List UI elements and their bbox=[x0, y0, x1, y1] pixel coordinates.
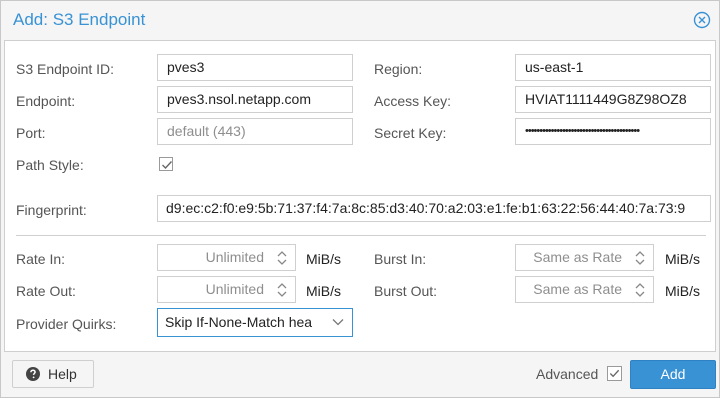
dialog-body: S3 Endpoint ID: pves3 Region: us-east-1 … bbox=[4, 40, 716, 352]
path-style-checkbox[interactable] bbox=[159, 157, 173, 171]
region-input[interactable]: us-east-1 bbox=[515, 54, 711, 81]
endpoint-input[interactable]: pves3.nsol.netapp.com bbox=[157, 86, 353, 113]
burst-out-spinner[interactable]: Same as Rate bbox=[515, 276, 654, 303]
port-label: Port: bbox=[16, 125, 46, 141]
advanced-label: Advanced bbox=[536, 366, 599, 382]
secret-key-input[interactable]: •••••••••••••••••••••••••••••••••••••••• bbox=[515, 118, 711, 145]
help-label: Help bbox=[48, 366, 77, 382]
rate-in-value: Unlimited bbox=[205, 249, 264, 265]
access-key-label: Access Key: bbox=[374, 93, 452, 109]
rate-in-unit: MiB/s bbox=[306, 251, 341, 267]
fingerprint-input[interactable]: d9:ec:c2:f0:e9:5b:71:37:f4:7a:8c:85:d3:4… bbox=[157, 195, 711, 222]
burst-in-unit: MiB/s bbox=[665, 251, 700, 267]
burst-out-value: Same as Rate bbox=[533, 281, 622, 297]
path-style-label: Path Style: bbox=[16, 157, 84, 173]
endpoint-id-input[interactable]: pves3 bbox=[157, 54, 353, 81]
spinner-arrows-icon[interactable] bbox=[275, 249, 289, 267]
rate-out-label: Rate Out: bbox=[16, 283, 76, 299]
spinner-arrows-icon[interactable] bbox=[275, 281, 289, 299]
region-label: Region: bbox=[374, 61, 423, 77]
advanced-checkbox[interactable] bbox=[607, 366, 622, 381]
spinner-arrows-icon[interactable] bbox=[633, 281, 647, 299]
rate-in-spinner[interactable]: Unlimited bbox=[157, 244, 296, 271]
checkmark-icon bbox=[162, 161, 173, 170]
chevron-down-icon[interactable] bbox=[332, 318, 344, 326]
fingerprint-label: Fingerprint: bbox=[16, 202, 87, 218]
rate-out-unit: MiB/s bbox=[306, 283, 341, 299]
dialog-titlebar: Add: S3 Endpoint bbox=[1, 1, 719, 39]
secret-key-label: Secret Key: bbox=[374, 125, 447, 141]
rate-out-value: Unlimited bbox=[205, 281, 264, 297]
provider-quirks-label: Provider Quirks: bbox=[16, 316, 117, 332]
close-icon[interactable] bbox=[693, 11, 711, 29]
burst-in-spinner[interactable]: Same as Rate bbox=[515, 244, 654, 271]
provider-quirks-value: Skip If-None-Match hea bbox=[165, 314, 313, 330]
port-input[interactable]: default (443) bbox=[157, 118, 353, 145]
section-divider bbox=[16, 235, 706, 236]
spinner-arrows-icon[interactable] bbox=[633, 249, 647, 267]
question-circle-icon bbox=[26, 367, 40, 381]
endpoint-id-label: S3 Endpoint ID: bbox=[16, 61, 115, 77]
provider-quirks-select[interactable]: Skip If-None-Match hea bbox=[157, 308, 353, 337]
rate-in-label: Rate In: bbox=[16, 251, 66, 267]
rate-out-spinner[interactable]: Unlimited bbox=[157, 276, 296, 303]
add-button[interactable]: Add bbox=[630, 360, 716, 389]
endpoint-label: Endpoint: bbox=[16, 93, 76, 109]
burst-in-value: Same as Rate bbox=[533, 249, 622, 265]
dialog-footer: Help Advanced Add bbox=[1, 353, 719, 397]
burst-out-label: Burst Out: bbox=[374, 283, 438, 299]
dialog-title: Add: S3 Endpoint bbox=[13, 10, 146, 29]
burst-out-unit: MiB/s bbox=[665, 283, 700, 299]
access-key-input[interactable]: HVIAT1111449G8Z98OZ8 bbox=[515, 86, 711, 113]
s3-endpoint-dialog: Add: S3 Endpoint S3 Endpoint ID: pves3 R… bbox=[0, 0, 720, 398]
checkmark-icon bbox=[609, 369, 620, 378]
burst-in-label: Burst In: bbox=[374, 251, 427, 267]
help-button[interactable]: Help bbox=[12, 360, 94, 388]
